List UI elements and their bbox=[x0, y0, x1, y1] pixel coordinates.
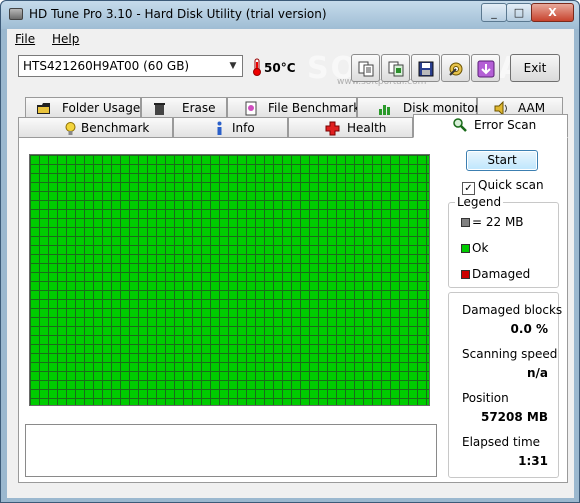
drive-select[interactable]: HTS421260H9AT00 (60 GB) ▼ bbox=[18, 55, 243, 77]
drive-select-value: HTS421260H9AT00 (60 GB) bbox=[23, 59, 190, 73]
scan-log-area bbox=[25, 424, 437, 477]
copy-icon bbox=[358, 61, 374, 77]
magnifier-icon bbox=[453, 118, 467, 132]
tab-label: AAM bbox=[518, 101, 546, 115]
scanning-speed-value: n/a bbox=[526, 366, 548, 380]
tab-label: Info bbox=[232, 121, 255, 135]
download-icon bbox=[477, 60, 495, 78]
health-cross-icon bbox=[325, 121, 340, 136]
green-swatch-icon bbox=[461, 244, 470, 253]
app-window: HD Tune Pro 3.10 - Hard Disk Utility (tr… bbox=[0, 0, 580, 503]
lightbulb-icon bbox=[65, 122, 76, 135]
options-icon bbox=[449, 62, 463, 76]
quick-scan-label: Quick scan bbox=[478, 178, 544, 192]
tab-label: Benchmark bbox=[81, 121, 150, 135]
copy-screenshot-button[interactable] bbox=[381, 54, 410, 82]
maximize-button[interactable]: □ bbox=[506, 3, 532, 22]
tab-label: Erase bbox=[182, 101, 216, 115]
save-icon bbox=[418, 61, 434, 77]
legend-title: Legend bbox=[455, 195, 504, 209]
options-button[interactable] bbox=[441, 54, 470, 82]
scan-block-map bbox=[29, 154, 430, 406]
file-benchmark-icon bbox=[245, 101, 257, 116]
disk-monitor-icon bbox=[379, 105, 390, 115]
client-area: File Help HTS421260H9AT00 (60 GB) ▼ 50°C… bbox=[7, 29, 574, 498]
error-scan-panel: Start ✓ Quick scan Legend = 22 MB Ok Dama… bbox=[18, 137, 568, 483]
save-button[interactable] bbox=[411, 54, 440, 82]
tab-folder-usage[interactable]: Folder Usage bbox=[25, 97, 141, 118]
copy-screenshot-icon bbox=[388, 61, 404, 77]
legend-label: = 22 MB bbox=[472, 215, 524, 229]
legend-label: Ok bbox=[472, 241, 489, 255]
scan-stats-group: Damaged blocks 0.0 % Scanning speed n/a … bbox=[448, 292, 563, 478]
damaged-blocks-value: 0.0 % bbox=[510, 322, 548, 336]
info-icon bbox=[217, 121, 222, 135]
menu-help-label: Help bbox=[52, 32, 80, 46]
checkbox-checked-icon: ✓ bbox=[462, 182, 475, 195]
temperature-readout: 50°C bbox=[264, 61, 296, 75]
elapsed-time-value: 1:31 bbox=[518, 454, 548, 468]
tab-label: Health bbox=[347, 121, 387, 135]
window-title: HD Tune Pro 3.10 - Hard Disk Utility (tr… bbox=[29, 7, 327, 21]
position-label: Position bbox=[462, 391, 509, 405]
hard-disk-icon bbox=[9, 8, 23, 20]
tab-erase[interactable]: Erase bbox=[141, 97, 227, 118]
tab-label: Error Scan bbox=[474, 118, 537, 132]
red-swatch-icon bbox=[461, 270, 470, 279]
quick-scan-checkbox[interactable]: ✓ Quick scan bbox=[462, 178, 544, 195]
close-button[interactable]: X bbox=[531, 3, 574, 22]
legend-group: Legend = 22 MB Ok Damaged bbox=[448, 195, 559, 288]
minimize-button[interactable]: _ bbox=[481, 3, 507, 22]
download-button[interactable] bbox=[471, 54, 500, 82]
position-value: 57208 MB bbox=[480, 410, 548, 424]
menu-file-label: File bbox=[15, 32, 36, 46]
legend-item-ok: Ok bbox=[461, 241, 488, 255]
tab-label: Folder Usage bbox=[62, 101, 141, 115]
tab-error-scan[interactable]: Error Scan bbox=[413, 114, 568, 138]
tab-file-benchmark[interactable]: File Benchmark bbox=[227, 97, 361, 118]
tab-health[interactable]: Health bbox=[288, 117, 413, 138]
menu-help[interactable]: Help bbox=[52, 32, 79, 46]
tab-label: File Benchmark bbox=[268, 101, 361, 115]
trash-icon bbox=[154, 103, 165, 115]
legend-item-damaged: Damaged bbox=[461, 267, 530, 281]
menu-file[interactable]: File bbox=[15, 32, 35, 46]
menu-bar: File Help bbox=[7, 29, 574, 49]
folder-icon bbox=[37, 103, 50, 114]
tab-benchmark[interactable]: Benchmark bbox=[18, 117, 173, 138]
elapsed-time-label: Elapsed time bbox=[462, 435, 541, 449]
exit-button[interactable]: Exit bbox=[510, 54, 560, 82]
title-bar[interactable]: HD Tune Pro 3.10 - Hard Disk Utility (tr… bbox=[1, 1, 579, 29]
gray-swatch-icon bbox=[461, 218, 470, 227]
legend-item-block-size: = 22 MB bbox=[461, 215, 524, 229]
tab-info[interactable]: Info bbox=[173, 117, 288, 138]
tab-label: Disk monitor bbox=[403, 101, 480, 115]
thermometer-icon bbox=[253, 58, 261, 76]
start-button[interactable]: Start bbox=[466, 150, 538, 171]
scanning-speed-label: Scanning speed bbox=[462, 347, 558, 361]
chevron-down-icon: ▼ bbox=[229, 61, 237, 71]
legend-label: Damaged bbox=[472, 267, 531, 281]
damaged-blocks-label: Damaged blocks bbox=[462, 303, 563, 317]
copy-text-button[interactable] bbox=[351, 54, 380, 82]
